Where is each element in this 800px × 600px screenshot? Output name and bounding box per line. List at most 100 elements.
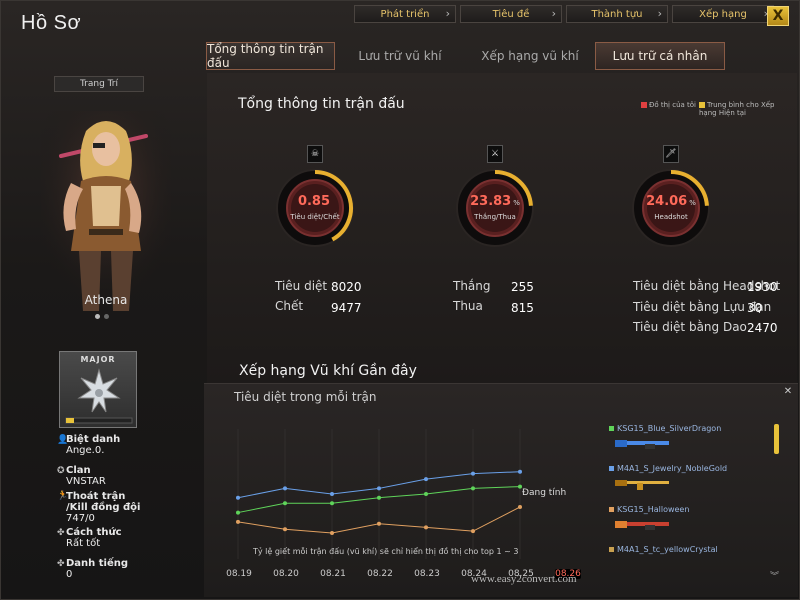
info-value: VNSTAR (66, 476, 106, 487)
rifle-icon (615, 480, 669, 490)
tab-weapon-archive[interactable]: Lưu trữ vũ khí (335, 42, 465, 70)
top-nav: Phát triển › Tiêu đề › Thành tựu › Xếp hạng… (354, 5, 774, 23)
topnav-label: Tiêu đề (492, 8, 530, 20)
scrollbar-thumb[interactable] (774, 424, 779, 454)
gauge-caption: Tiêu diệt/Chết (290, 213, 340, 221)
data-point (330, 531, 334, 535)
info-playstyle: ✤Cách thức Rất tốt (57, 527, 122, 549)
left-panel: Trang Trí Athena MAJOR 👤Biệt danh Ange.0… (11, 71, 201, 591)
gauge-unit: % (513, 199, 520, 207)
stat-grenade-value: 30 (747, 301, 763, 315)
weapon-name: KSG15_Halloween (617, 505, 690, 514)
topnav-titles[interactable]: Tiêu đề › (460, 5, 562, 23)
gear-icon: ✤ (57, 528, 65, 538)
skull-icon: ☠ (307, 145, 323, 163)
legend-swatch (640, 102, 647, 108)
data-point (283, 501, 287, 506)
topnav-label: Thành tựu (591, 8, 643, 20)
character-pager (95, 314, 109, 319)
shotgun-icon (615, 521, 669, 530)
stat-losses-value: 815 (511, 301, 534, 315)
tab-match-overview[interactable]: Tổng thông tin trận đấu (206, 42, 335, 70)
weapon-item[interactable]: KSG15_Blue_SilverDragon (609, 424, 721, 450)
topnav-achievements[interactable]: Thành tựu › (566, 5, 668, 23)
weapon-item[interactable]: M4A1_S_Jewelry_NobleGold (609, 464, 727, 490)
rank-badge: MAJOR (59, 351, 137, 428)
info-nickname: 👤Biệt danh Ange.0. (57, 434, 120, 456)
data-point (283, 527, 287, 532)
weapon-swatch (609, 547, 614, 552)
info-label: Clan (66, 465, 91, 476)
weapon-item[interactable]: KSG15_Halloween (609, 505, 689, 531)
info-value: Ange.0. (66, 445, 105, 456)
data-point (377, 486, 381, 491)
stat-deaths-label: Chết (275, 299, 304, 313)
swords-icon: ⚔ (487, 145, 503, 163)
close-icon[interactable]: ✕ (783, 387, 793, 397)
recent-weapon-chart-panel: Tiêu diệt trong mỗi trận ✕ 08.19 08.20 08.… (204, 383, 798, 597)
topnav-ranking[interactable]: Xếp hạng › (672, 5, 774, 23)
weapon-swatch (609, 466, 614, 471)
gauge-caption: Thắng/Thua (474, 213, 516, 221)
character-portrait (41, 111, 171, 311)
pager-dot[interactable] (104, 314, 109, 319)
info-value: 747/0 (66, 513, 95, 524)
gauge-value: 0.85 (275, 194, 355, 209)
recent-title: Xếp hạng Vũ khí Gần đây (239, 363, 417, 379)
topnav-label: Phát triển (380, 8, 430, 20)
legend-mine: Đồ thị của tôi (640, 101, 696, 117)
gauge-kd: 0.85 Tiêu diệt/Chết (275, 168, 355, 248)
weapon-swatch (609, 426, 614, 431)
line-chart (236, 429, 522, 559)
decor-button[interactable]: Trang Trí (54, 76, 144, 92)
tab-personal-archive[interactable]: Lưu trữ cá nhân (595, 42, 725, 70)
data-point (471, 529, 475, 534)
tab-weapon-ranking[interactable]: Xếp hạng vũ khí (465, 42, 595, 70)
weapon-name: M4A1_S_Jewelry_NobleGold (617, 464, 728, 473)
chevron-down-icon[interactable]: ︾ (770, 569, 779, 582)
gauge-value: 23.83% (455, 194, 535, 209)
legend-average: Trung bình cho Xếp hạng Hiện tại (699, 101, 791, 117)
x-tick-label: 08.23 (414, 569, 440, 579)
data-point (377, 521, 381, 526)
pager-dot[interactable] (95, 314, 100, 319)
stat-losses-label: Thua (453, 299, 483, 313)
character-name: Athena (84, 293, 128, 307)
legend-label: Đồ thị của tôi (648, 101, 696, 109)
data-point (330, 501, 334, 506)
watermark: www.easy2convert.com (471, 573, 577, 585)
stat-knife-label: Tiêu diệt bằng Dao (633, 320, 747, 334)
gauge-number: 24.06 (646, 194, 688, 209)
data-point (518, 505, 522, 509)
legend-swatch (699, 102, 705, 108)
data-point (236, 519, 240, 524)
stat-wins-value: 255 (511, 280, 534, 294)
gauge-caption: Headshot (654, 213, 688, 221)
stat-wins-label: Thắng (453, 279, 491, 293)
gauge-unit: % (689, 199, 696, 207)
data-point (330, 492, 334, 496)
weapon-swatch (609, 507, 614, 512)
info-quit-teamkill: 🏃 Thoát trận /Kill đồng đội 747/0 (57, 491, 140, 524)
stat-deaths-value: 9477 (331, 301, 362, 315)
shotgun-icon (615, 440, 669, 449)
close-button[interactable]: X (767, 6, 789, 26)
weapon-item[interactable]: M4A1_S_tc_yellowCrystal (609, 545, 718, 554)
gauge-headshot: 24.06% Headshot (631, 168, 711, 248)
data-point (471, 486, 475, 491)
star-medal-icon (65, 368, 133, 424)
stat-kills-value: 8020 (331, 280, 362, 294)
data-point (236, 495, 240, 500)
gauge-number: 23.83 (470, 194, 512, 209)
chevron-right-icon: › (657, 7, 662, 20)
info-value: Rất tốt (66, 538, 101, 549)
gauge-value: 24.06% (631, 194, 711, 209)
info-label: Cách thức (66, 527, 122, 538)
weapon-name: M4A1_S_tc_yellowCrystal (617, 545, 718, 554)
chevron-right-icon: › (551, 7, 556, 20)
knife-icon: 🗡 (663, 145, 679, 163)
x-tick-label: 08.21 (320, 569, 346, 579)
data-point (236, 510, 240, 515)
topnav-development[interactable]: Phát triển › (354, 5, 456, 23)
x-tick-label: 08.22 (367, 569, 393, 579)
